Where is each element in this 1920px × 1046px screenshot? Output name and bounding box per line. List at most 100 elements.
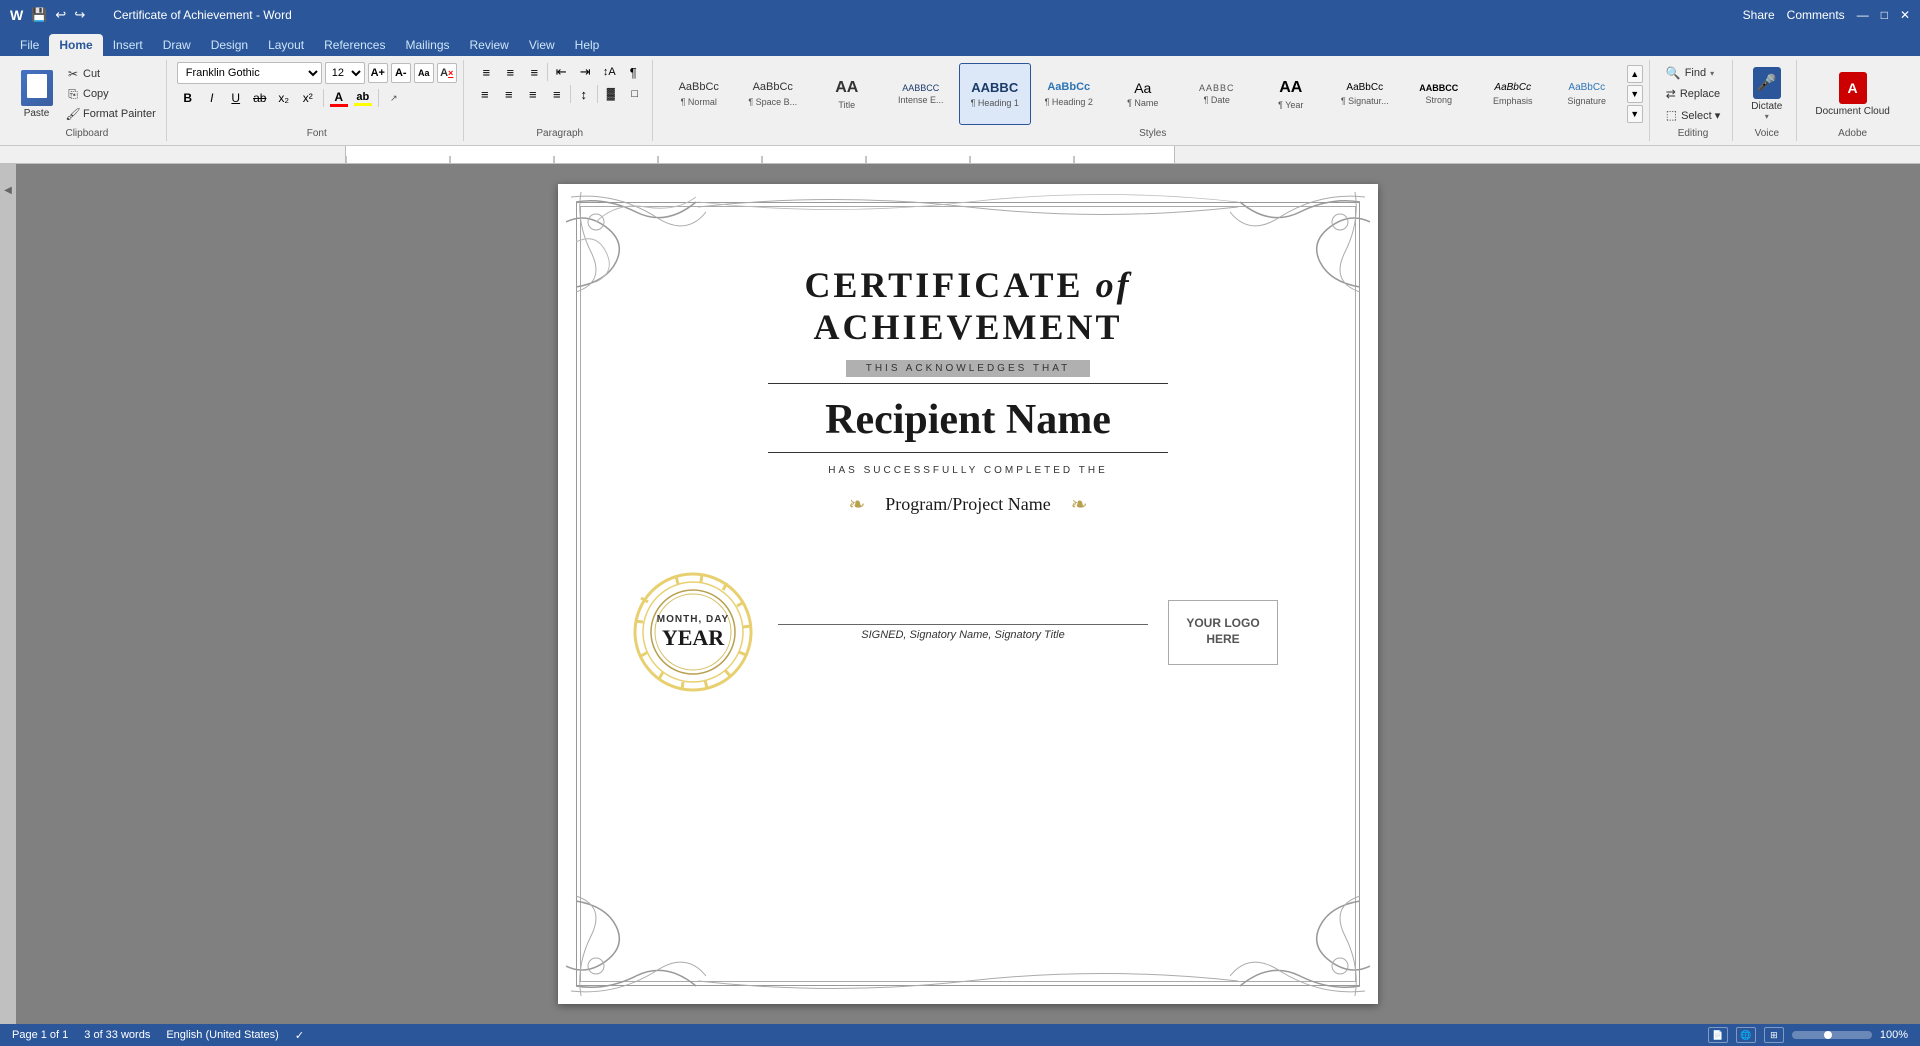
style-intense-emphasis[interactable]: AABBCC Intense E...: [885, 63, 957, 125]
maximize-button[interactable]: □: [1881, 8, 1888, 22]
line-spacing-button[interactable]: ↕: [573, 84, 595, 104]
font-size-increase[interactable]: A+: [368, 63, 388, 83]
font-sep2: [378, 89, 379, 107]
word-logo-icon: W: [10, 7, 23, 23]
decrease-indent-button[interactable]: ⇤: [550, 62, 572, 82]
dictate-button[interactable]: 🎤 Dictate ▾: [1743, 63, 1790, 125]
sidebar-collapse[interactable]: ◀: [2, 184, 14, 196]
multilevel-button[interactable]: ≡: [523, 62, 545, 82]
tab-review[interactable]: Review: [460, 34, 519, 56]
sort-button[interactable]: ↕A: [598, 62, 620, 82]
paste-button[interactable]: Paste: [14, 68, 59, 121]
bold-button[interactable]: B: [177, 87, 199, 109]
document-cloud-button[interactable]: A Document Cloud: [1807, 68, 1897, 121]
status-page: Page 1 of 1: [12, 1029, 68, 1042]
font-name-select[interactable]: Franklin Gothic: [177, 62, 322, 84]
zoom-level: 100%: [1880, 1029, 1908, 1041]
cert-logo-box[interactable]: YOUR LOGO HERE: [1168, 600, 1278, 665]
highlight-color-button[interactable]: ab: [352, 87, 374, 109]
tab-file[interactable]: File: [10, 34, 49, 56]
ribbon-group-editing: 🔍 Find ▾ ⇄ Replace ⬚ Select ▾ Editing: [1654, 60, 1734, 141]
show-marks-button[interactable]: ¶: [622, 62, 644, 82]
change-case-button[interactable]: Aa: [414, 63, 434, 83]
tab-view[interactable]: View: [519, 34, 565, 56]
justify-button[interactable]: ≡: [546, 84, 568, 104]
align-left-button[interactable]: ≡: [474, 84, 496, 104]
increase-indent-button[interactable]: ⇥: [574, 62, 596, 82]
text-color-button[interactable]: A: [328, 87, 350, 109]
style-heading2[interactable]: AaBbCc ¶ Heading 2: [1033, 63, 1105, 125]
font-size-select[interactable]: 12: [325, 62, 365, 84]
quick-access-redo[interactable]: ↪: [74, 7, 85, 23]
font-dialog-launcher[interactable]: ↗: [383, 87, 405, 109]
cert-program-row: ❧ Program/Project Name ❧: [849, 492, 1088, 517]
title-bar-left: W 💾 ↩ ↪ Certificate of Achievement - Wor…: [10, 7, 292, 23]
ribbon-group-styles: AaBbCc ¶ Normal AaBbCc ¶ Space B... AA T…: [657, 60, 1650, 141]
style-heading1[interactable]: AABBC ¶ Heading 1: [959, 63, 1031, 125]
tab-draw[interactable]: Draw: [153, 34, 201, 56]
tab-layout[interactable]: Layout: [258, 34, 314, 56]
tab-insert[interactable]: Insert: [103, 34, 153, 56]
shading-button[interactable]: ▓: [600, 84, 622, 104]
share-button[interactable]: Share: [1743, 8, 1775, 22]
style-title-preview: AA: [835, 78, 858, 97]
dictate-dropdown[interactable]: ▾: [1765, 112, 1769, 121]
style-signature2[interactable]: AaBbCc Signature: [1551, 63, 1623, 125]
align-right-button[interactable]: ≡: [522, 84, 544, 104]
select-button[interactable]: ⬚ Select ▾: [1660, 106, 1727, 124]
find-button[interactable]: 🔍 Find ▾: [1660, 64, 1720, 82]
superscript-button[interactable]: x²: [297, 87, 319, 109]
cert-acknowledges[interactable]: THIS ACKNOWLEDGES THAT: [846, 360, 1091, 377]
view-print-button[interactable]: 📄: [1708, 1027, 1728, 1043]
tab-help[interactable]: Help: [565, 34, 610, 56]
subscript-button[interactable]: x₂: [273, 87, 295, 109]
styles-more[interactable]: ▼: [1627, 105, 1643, 123]
copy-button[interactable]: ⎘ Copy: [62, 85, 160, 103]
bullets-button[interactable]: ≡: [475, 62, 497, 82]
cut-button[interactable]: ✂ Cut: [62, 65, 160, 83]
style-space-before[interactable]: AaBbCc ¶ Space B...: [737, 63, 809, 125]
style-sig2-preview: AaBbCc: [1568, 82, 1605, 94]
underline-button[interactable]: U: [225, 87, 247, 109]
tab-mailings[interactable]: Mailings: [395, 34, 459, 56]
numbering-button[interactable]: ≡: [499, 62, 521, 82]
style-signature[interactable]: AaBbCc ¶ Signatur...: [1329, 63, 1401, 125]
style-year-preview: AA: [1279, 78, 1302, 97]
find-dropdown[interactable]: ▾: [1710, 69, 1714, 78]
style-year[interactable]: AA ¶ Year: [1255, 63, 1327, 125]
tab-design[interactable]: Design: [201, 34, 258, 56]
align-center-button[interactable]: ≡: [498, 84, 520, 104]
comments-button[interactable]: Comments: [1787, 8, 1845, 22]
strikethrough-button[interactable]: ab: [249, 87, 271, 109]
styles-scroll-down[interactable]: ▼: [1627, 85, 1643, 103]
close-button[interactable]: ✕: [1900, 8, 1910, 22]
format-painter-button[interactable]: 🖌 Format Painter: [62, 105, 160, 123]
style-title[interactable]: AA Title: [811, 63, 883, 125]
border-button[interactable]: □: [624, 84, 646, 104]
style-h2-label: ¶ Heading 2: [1045, 97, 1093, 107]
zoom-slider[interactable]: [1792, 1031, 1872, 1039]
styles-scroll-up[interactable]: ▲: [1627, 65, 1643, 83]
cert-program[interactable]: Program/Project Name: [885, 494, 1050, 515]
style-date[interactable]: AABBC ¶ Date: [1181, 63, 1253, 125]
clear-formatting-button[interactable]: A×: [437, 63, 457, 83]
tab-home[interactable]: Home: [49, 34, 102, 56]
replace-button[interactable]: ⇄ Replace: [1660, 85, 1726, 103]
minimize-button[interactable]: —: [1857, 8, 1869, 22]
font-size-decrease[interactable]: A-: [391, 63, 411, 83]
style-name[interactable]: Aa ¶ Name: [1107, 63, 1179, 125]
cert-recipient[interactable]: Recipient Name: [825, 396, 1111, 444]
corner-br: [1230, 896, 1370, 996]
style-strong[interactable]: AABBCC Strong: [1403, 63, 1475, 125]
view-web-button[interactable]: 🌐: [1736, 1027, 1756, 1043]
view-focus-button[interactable]: ⊞: [1764, 1027, 1784, 1043]
style-normal[interactable]: AaBbCc ¶ Normal: [663, 63, 735, 125]
style-emphasis[interactable]: AaBbCc Emphasis: [1477, 63, 1549, 125]
style-intense-preview: AABBCC: [902, 83, 939, 94]
tab-references[interactable]: References: [314, 34, 395, 56]
ribbon: Paste ✂ Cut ⎘ Copy 🖌 Format Painter Clip…: [0, 56, 1920, 146]
zoom-thumb: [1824, 1031, 1832, 1039]
quick-access-undo[interactable]: ↩: [55, 7, 66, 23]
italic-button[interactable]: I: [201, 87, 223, 109]
quick-access-save[interactable]: 💾: [31, 7, 47, 23]
